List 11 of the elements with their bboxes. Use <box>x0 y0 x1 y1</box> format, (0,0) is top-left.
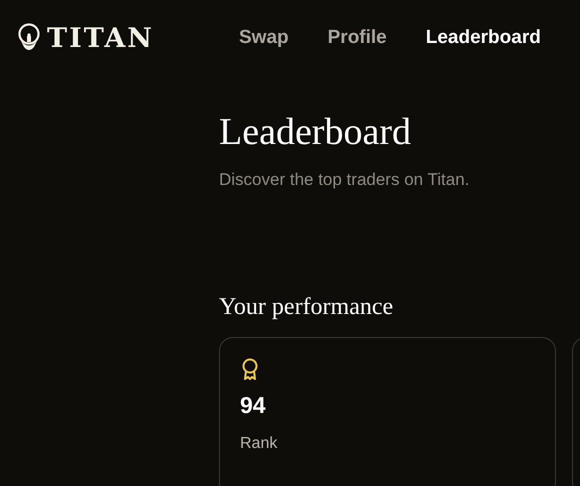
stat-label: Rank <box>240 435 278 453</box>
award-icon <box>240 358 260 382</box>
nav-link[interactable]: Leaderboard <box>426 27 541 49</box>
nav-link[interactable]: Swap <box>239 27 289 49</box>
page-subtitle: Discover the top traders on Titan. <box>219 170 470 190</box>
logo-icon <box>18 23 40 53</box>
page-title: Leaderboard <box>219 110 412 154</box>
stat-value: 94 <box>240 392 266 419</box>
brand-name: TITAN <box>47 22 154 54</box>
nav-link[interactable]: Profile <box>328 27 387 49</box>
section-heading: Your performance <box>219 294 394 321</box>
